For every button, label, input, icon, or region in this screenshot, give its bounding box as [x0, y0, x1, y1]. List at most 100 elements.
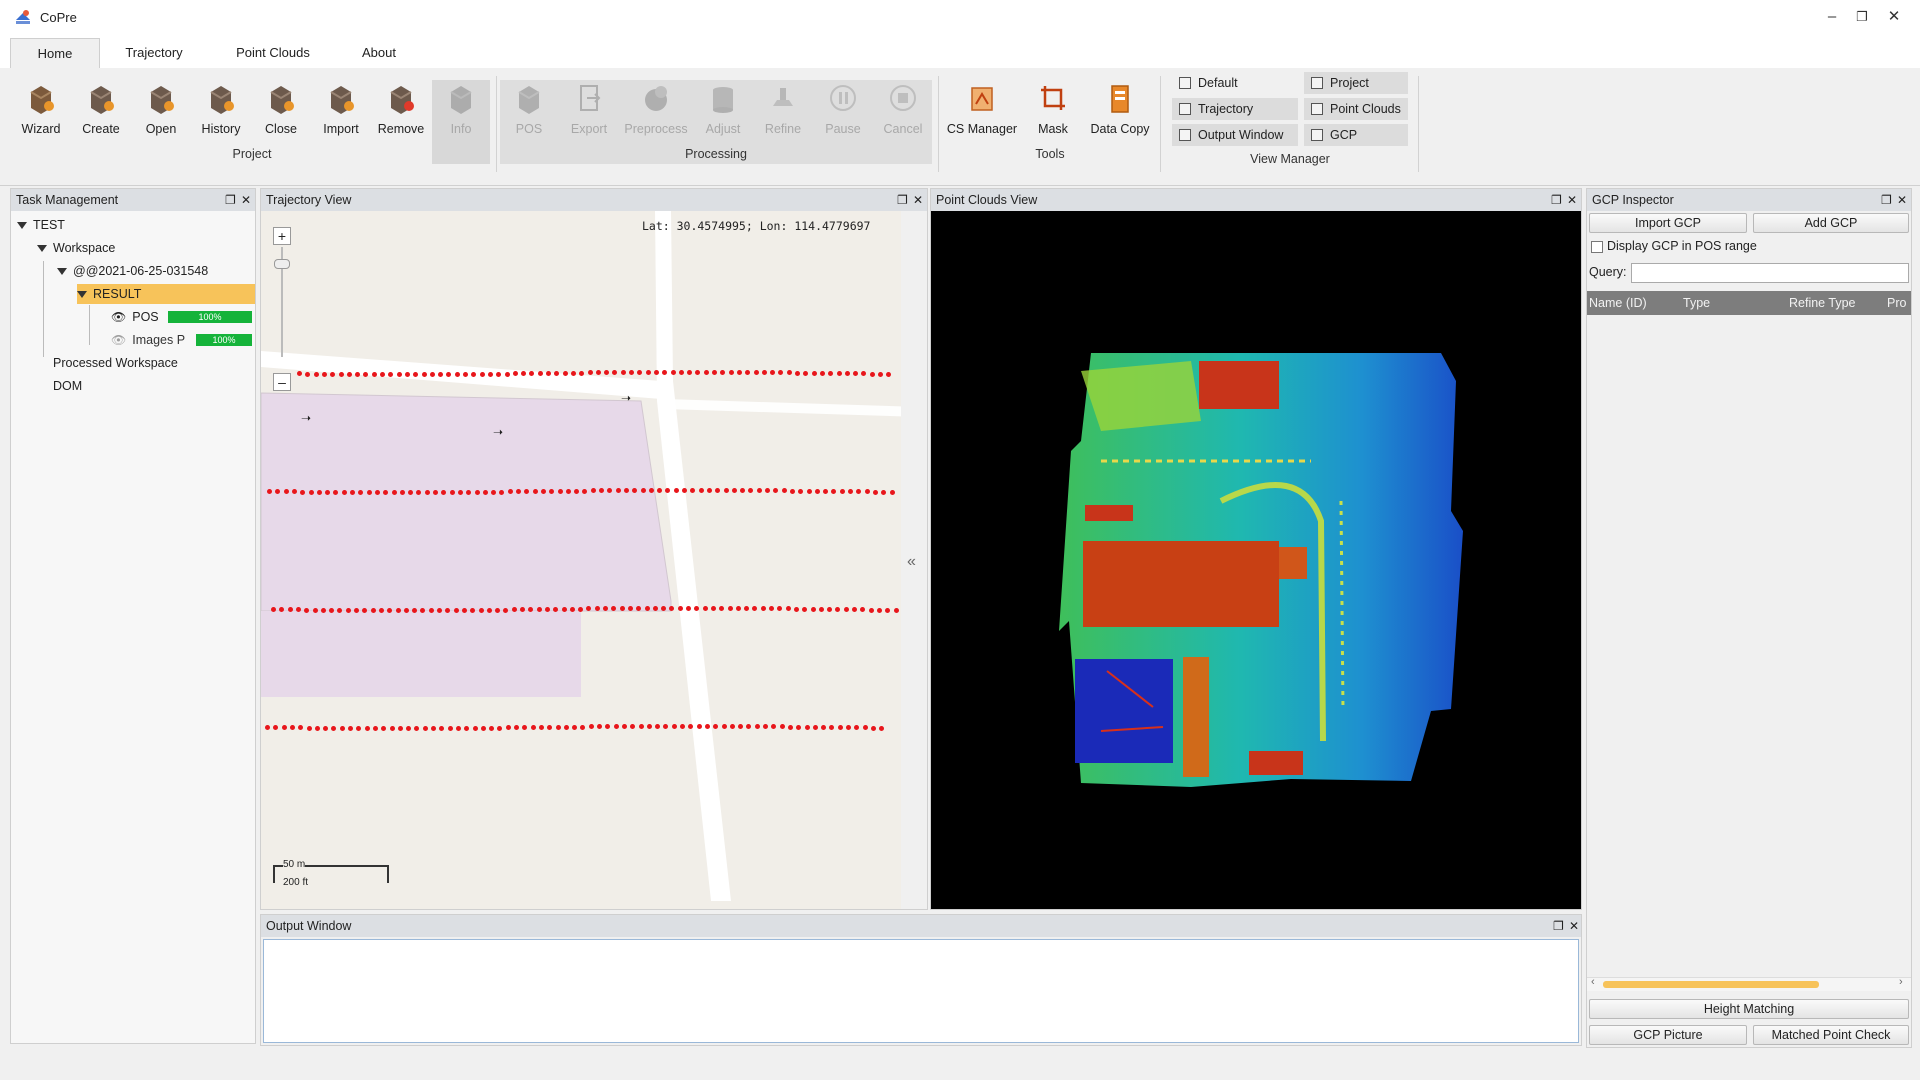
trajectory-point	[657, 487, 663, 493]
eye-visible-icon[interactable]: 👁	[111, 310, 126, 324]
expand-arrow-icon[interactable]	[17, 222, 27, 230]
trajectory-point	[819, 370, 825, 376]
add-gcp-button[interactable]: Add GCP	[1753, 213, 1909, 233]
tab-about[interactable]: About	[340, 38, 418, 68]
tree-node-processed-workspace[interactable]: Processed Workspace	[53, 353, 178, 373]
gcp-picture-button[interactable]: GCP Picture	[1589, 1025, 1747, 1045]
tree-node-workspace[interactable]: Workspace	[37, 238, 115, 258]
pos-button[interactable]: POS	[500, 82, 558, 152]
cs-manager-icon	[971, 87, 993, 111]
view-output-window-button[interactable]: Output Window	[1172, 124, 1298, 146]
refine-button[interactable]: Refine	[754, 82, 812, 152]
cs-manager-button[interactable]: CS Manager	[944, 82, 1020, 152]
close-window-icon[interactable]: ✕	[1882, 6, 1906, 28]
float-panel-icon[interactable]: ❐	[897, 189, 908, 211]
tab-point-clouds[interactable]: Point Clouds	[218, 38, 328, 68]
trajectory-point	[828, 371, 834, 377]
mask-button[interactable]: Mask	[1024, 82, 1082, 152]
close-panel-icon[interactable]: ✕	[241, 189, 251, 211]
scroll-right-icon[interactable]: ›	[1899, 976, 1903, 988]
view-default-button[interactable]: Default	[1172, 72, 1298, 94]
trajectory-point	[399, 490, 405, 496]
tree-node-images[interactable]: 👁 Images P	[111, 330, 185, 350]
data-copy-button[interactable]: Data Copy	[1086, 82, 1154, 152]
minimize-icon[interactable]: –	[1820, 6, 1844, 28]
trajectory-point	[354, 608, 359, 614]
tree-node-root[interactable]: TEST	[17, 215, 65, 235]
panel-header: Point Clouds View ❐ ✕	[931, 189, 1581, 211]
preprocess-button[interactable]: Preprocess	[622, 82, 690, 152]
tree-node-dom[interactable]: DOM	[53, 376, 82, 396]
view-trajectory-button[interactable]: Trajectory	[1172, 98, 1298, 120]
cancel-button[interactable]: Cancel	[874, 82, 932, 152]
adjust-button[interactable]: Adjust	[694, 82, 752, 152]
tree-node-result[interactable]: RESULT	[77, 284, 255, 304]
scroll-left-icon[interactable]: ‹	[1591, 976, 1595, 988]
close-panel-icon[interactable]: ✕	[1569, 915, 1579, 937]
open-button[interactable]: Open	[132, 82, 190, 152]
column-pro[interactable]: Pro	[1887, 291, 1906, 315]
import-gcp-button[interactable]: Import GCP	[1589, 213, 1747, 233]
crop-icon	[1041, 86, 1065, 110]
tab-home[interactable]: Home	[10, 38, 100, 68]
trajectory-point	[445, 608, 451, 614]
float-panel-icon[interactable]: ❐	[1551, 189, 1562, 211]
view-point-clouds-button[interactable]: Point Clouds	[1304, 98, 1408, 120]
eye-hidden-icon[interactable]: 👁	[111, 333, 126, 347]
trajectory-point	[848, 489, 853, 495]
float-panel-icon[interactable]: ❐	[1553, 915, 1564, 937]
close-panel-icon[interactable]: ✕	[913, 189, 923, 211]
trajectory-point	[836, 371, 842, 377]
float-panel-icon[interactable]: ❐	[1881, 189, 1892, 211]
close-panel-icon[interactable]: ✕	[1897, 189, 1907, 211]
trajectory-point	[466, 489, 472, 495]
point-cloud-render[interactable]	[931, 211, 1581, 910]
tree-node-pos[interactable]: 👁 POS	[111, 307, 159, 327]
zoom-slider-handle[interactable]	[274, 259, 290, 269]
matched-point-check-button[interactable]: Matched Point Check	[1753, 1025, 1909, 1045]
zoom-in-button[interactable]: +	[273, 227, 291, 245]
output-window-panel: Output Window ❐ ✕	[260, 914, 1582, 1046]
view-project-button[interactable]: Project	[1304, 72, 1408, 94]
trajectory-point	[291, 489, 297, 495]
import-button[interactable]: Import	[312, 82, 370, 152]
trajectory-point	[630, 724, 636, 730]
trajectory-point	[695, 369, 701, 375]
close-project-button[interactable]: Close	[252, 82, 310, 152]
wizard-button[interactable]: Wizard	[12, 82, 70, 152]
trajectory-point	[787, 724, 793, 730]
column-type[interactable]: Type	[1683, 291, 1710, 315]
tree-node-session[interactable]: @@2021-06-25-031548	[57, 261, 208, 281]
query-input[interactable]	[1631, 263, 1909, 283]
trajectory-point	[565, 488, 571, 494]
export-button[interactable]: Export	[560, 82, 618, 152]
trajectory-point	[420, 608, 426, 614]
restore-icon[interactable]: ❐	[1850, 6, 1874, 28]
trajectory-point	[308, 489, 314, 495]
display-gcp-checkbox[interactable]	[1591, 241, 1603, 253]
collapse-panel-icon[interactable]: «	[907, 553, 916, 571]
trajectory-point	[735, 605, 741, 611]
expand-arrow-icon[interactable]	[57, 268, 67, 276]
output-log-area[interactable]	[263, 939, 1579, 1043]
height-matching-button[interactable]: Height Matching	[1589, 999, 1909, 1019]
create-button[interactable]: Create	[72, 82, 130, 152]
close-panel-icon[interactable]: ✕	[1567, 189, 1577, 211]
expand-arrow-icon[interactable]	[37, 245, 47, 253]
trajectory-point	[721, 723, 727, 729]
view-gcp-button[interactable]: GCP	[1304, 124, 1408, 146]
expand-arrow-icon[interactable]	[77, 291, 87, 299]
history-button[interactable]: History	[192, 82, 250, 152]
zoom-out-button[interactable]: –	[273, 373, 291, 391]
column-refine-type[interactable]: Refine Type	[1789, 291, 1855, 315]
tab-trajectory[interactable]: Trajectory	[108, 38, 200, 68]
remove-button[interactable]: Remove	[372, 82, 430, 152]
float-panel-icon[interactable]: ❐	[225, 189, 236, 211]
scrollbar-thumb[interactable]	[1603, 981, 1819, 988]
trajectory-point	[561, 606, 567, 612]
column-name-id[interactable]: Name (ID)	[1589, 291, 1647, 315]
horizontal-scrollbar[interactable]: ‹ ›	[1587, 976, 1911, 991]
trajectory-point	[846, 725, 851, 731]
trajectory-point	[446, 372, 452, 378]
pause-button[interactable]: Pause	[814, 82, 872, 152]
